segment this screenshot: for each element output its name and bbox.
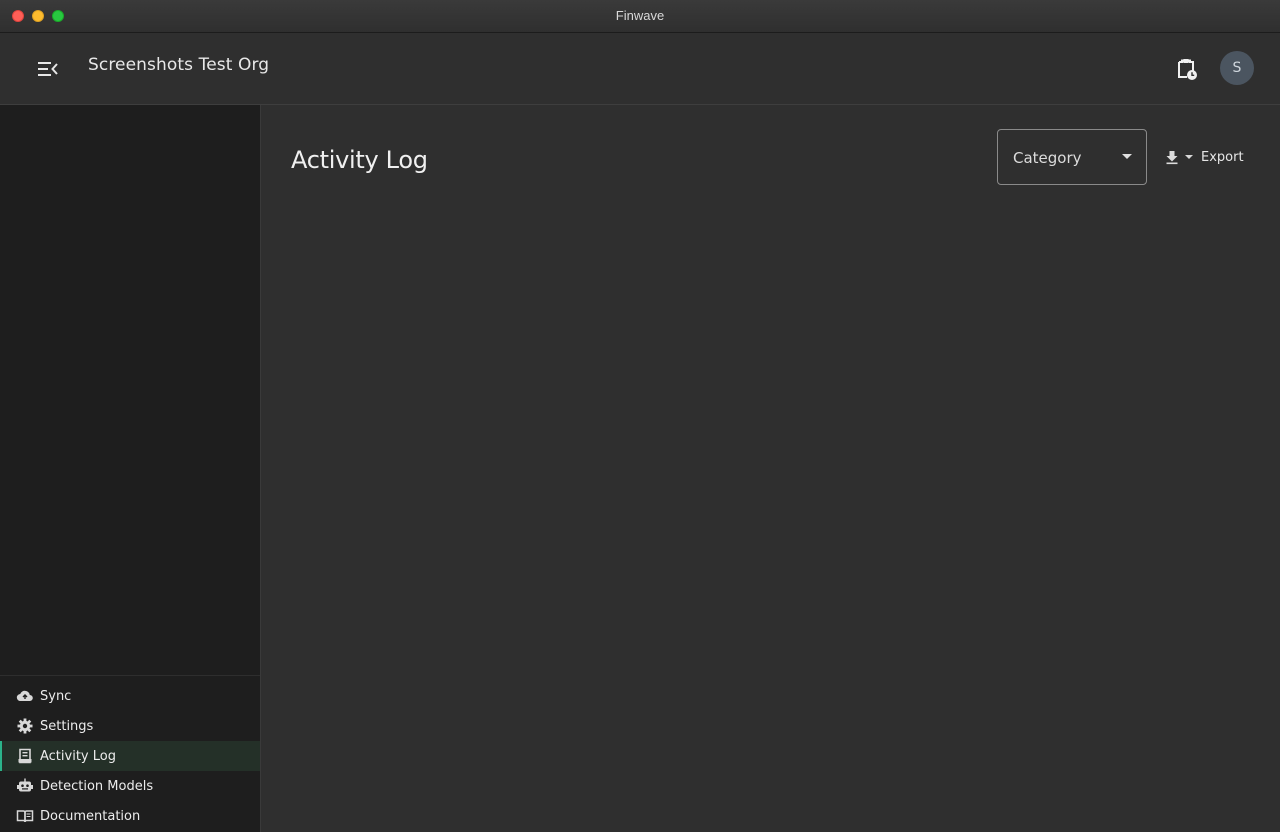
sidebar: Sync Settings Activity Log Detection Mod… <box>0 105 261 832</box>
menu-collapse-icon <box>38 62 58 76</box>
sidebar-item-sync[interactable]: Sync <box>0 681 260 711</box>
sidebar-item-settings[interactable]: Settings <box>0 711 260 741</box>
sidebar-item-label: Activity Log <box>40 748 116 764</box>
sidebar-item-detection-models[interactable]: Detection Models <box>0 771 260 801</box>
user-avatar[interactable]: S <box>1220 51 1254 85</box>
sidebar-bottom-nav: Sync Settings Activity Log Detection Mod… <box>0 675 260 831</box>
dropdown-arrow-icon <box>1122 154 1132 159</box>
window-title: Finwave <box>615 8 665 23</box>
download-icon <box>1166 151 1178 165</box>
robot-icon <box>16 777 34 795</box>
cloud-upload-icon <box>16 687 34 705</box>
app-header: Screenshots Test Org S <box>0 33 1280 105</box>
page-title: Activity Log <box>291 146 428 174</box>
sidebar-item-label: Detection Models <box>40 778 154 794</box>
sidebar-item-documentation[interactable]: Documentation <box>0 801 260 831</box>
main-content: Activity Log Category Export <box>261 105 1280 832</box>
sidebar-item-activity-log[interactable]: Activity Log <box>0 741 260 771</box>
clipboard-clock-icon <box>1178 59 1197 80</box>
open-book-icon <box>16 807 34 825</box>
sidebar-item-label: Documentation <box>40 808 141 824</box>
chevron-down-icon <box>1185 155 1193 159</box>
category-filter-select[interactable]: Category <box>997 129 1147 185</box>
gear-icon <box>16 717 34 735</box>
export-button[interactable]: Export <box>1158 143 1244 171</box>
collapse-menu-button[interactable] <box>34 57 60 81</box>
sidebar-item-label: Settings <box>40 718 94 734</box>
category-select-label: Category <box>1013 149 1082 167</box>
window-titlebar: Finwave <box>0 0 1280 33</box>
log-book-icon <box>16 747 34 765</box>
org-name: Screenshots Test Org <box>88 55 270 75</box>
activity-clipboard-button[interactable] <box>1172 55 1200 83</box>
export-label: Export <box>1201 149 1244 165</box>
sidebar-item-label: Sync <box>40 688 72 704</box>
